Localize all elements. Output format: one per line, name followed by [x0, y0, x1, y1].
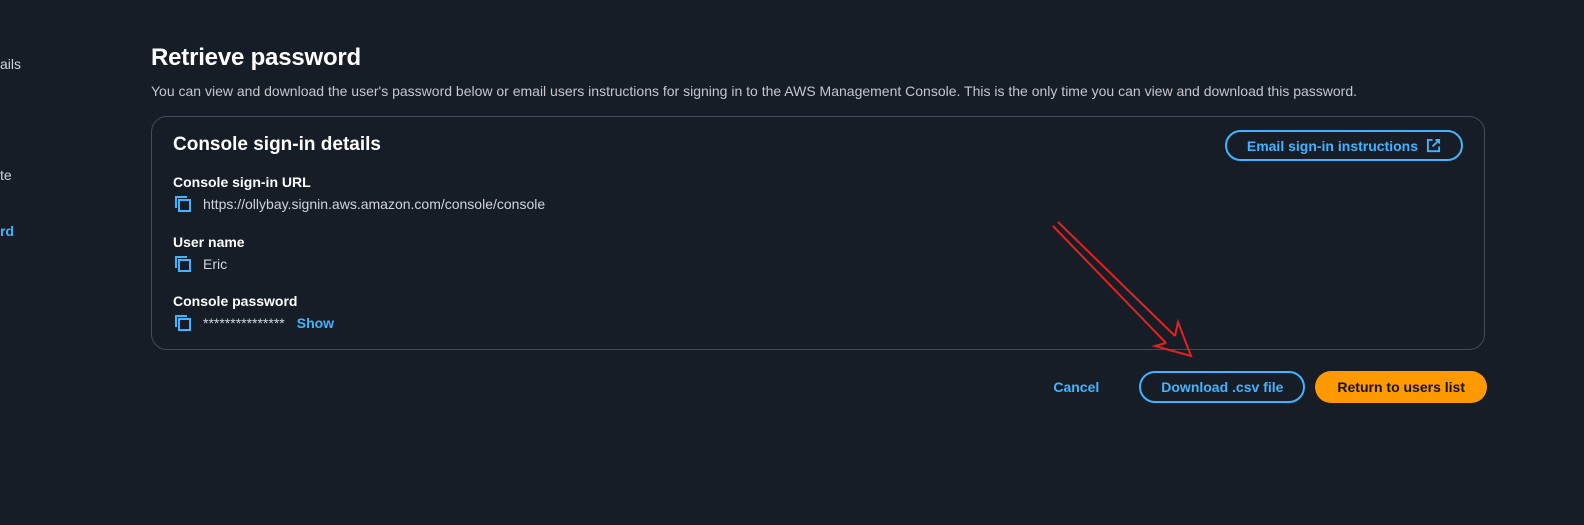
return-to-users-list-button[interactable]: Return to users list [1315, 371, 1487, 403]
page: ails te rd Retrieve password You can vie… [0, 0, 1584, 525]
action-bar: Cancel Download .csv file Return to user… [1033, 371, 1487, 403]
console-password-field: Console password *************** Show [173, 293, 334, 333]
console-password-value: *************** [203, 315, 285, 331]
main-content: Retrieve password You can view and downl… [151, 44, 1487, 403]
sign-in-url-value: https://ollybay.signin.aws.amazon.com/co… [203, 196, 546, 212]
sidebar-item-details[interactable]: ails [0, 56, 21, 72]
email-sign-in-instructions-button[interactable]: Email sign-in instructions [1224, 130, 1463, 161]
sign-in-url-field: Console sign-in URL https://ollybay.sign… [173, 174, 545, 214]
cancel-button[interactable]: Cancel [1033, 371, 1119, 403]
page-title: Retrieve password [151, 44, 362, 71]
sidebar-item-review[interactable]: te [0, 167, 12, 183]
console-password-label: Console password [173, 293, 298, 309]
sign-in-url-label: Console sign-in URL [173, 174, 311, 190]
user-name-label: User name [173, 234, 245, 250]
user-name-value: Eric [203, 256, 228, 272]
card-title: Console sign-in details [173, 134, 381, 155]
copy-icon[interactable] [173, 313, 193, 333]
email-button-label: Email sign-in instructions [1246, 137, 1418, 154]
sidebar-item-retrieve-password[interactable]: rd [0, 223, 14, 239]
page-description: You can view and download the user's pas… [151, 83, 1358, 99]
download-csv-button[interactable]: Download .csv file [1139, 371, 1306, 403]
user-name-field: User name Eric [173, 234, 245, 274]
copy-icon[interactable] [173, 254, 193, 274]
external-link-icon [1426, 138, 1441, 153]
copy-icon[interactable] [173, 194, 193, 214]
console-sign-in-details-card: Console sign-in details Email sign-in in… [151, 116, 1485, 350]
show-password-link[interactable]: Show [297, 315, 334, 331]
